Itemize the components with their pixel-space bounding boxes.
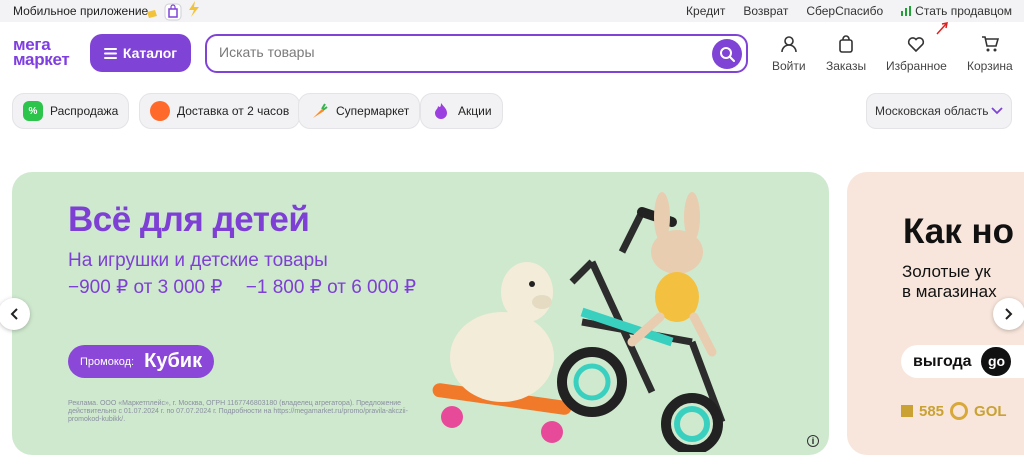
search-icon [720, 47, 735, 62]
login-nav[interactable]: Войти [772, 35, 806, 73]
region-selector[interactable]: Московская область [866, 93, 1012, 129]
banner-price-1: −900 ₽ от 3 000 ₽ [68, 277, 223, 298]
bar-chart-icon [901, 6, 912, 16]
chevron-left-icon [10, 308, 18, 320]
chip-sale-label: Распродажа [50, 104, 119, 118]
red-arrow-annotation [936, 22, 948, 35]
percent-icon: % [23, 101, 43, 121]
side-banner-text: Золотые ук в магазинах [902, 262, 997, 302]
logo-line2: маркет [13, 50, 70, 69]
promo-code-label: Промокод: [80, 355, 135, 368]
chip-sale[interactable]: % Распродажа [12, 93, 130, 129]
top-bar: Мобильное приложение Кредит Возврат Сбер… [0, 0, 1024, 22]
chip-delivery[interactable]: Доставка от 2 часов [139, 93, 301, 129]
brand-square-icon [901, 405, 913, 417]
chip-promos[interactable]: Акции [420, 93, 503, 129]
brand-name: GOL [974, 402, 1007, 420]
login-label: Войти [772, 59, 806, 73]
side-banner-title: Как но [903, 212, 1015, 251]
side-banner-pill-label: выгода [913, 352, 972, 370]
banner-legal-text: Реклама. ООО «Маркетплейс», г. Москва, О… [68, 400, 408, 423]
heart-icon [908, 37, 925, 53]
side-banner-pill: выгода go [901, 345, 1024, 378]
side-banner-pill-tail: go [988, 353, 1006, 369]
side-banner-pill-dark: go [981, 347, 1011, 376]
banner-title: Всё для детей [68, 200, 310, 239]
delivery-icon [150, 101, 170, 121]
ad-info-icon[interactable]: i [807, 435, 819, 447]
orders-label: Заказы [826, 59, 867, 73]
chip-supermarket[interactable]: Супермаркет [298, 93, 421, 129]
catalog-label: Каталог [122, 45, 178, 61]
search-box [205, 34, 748, 73]
catalog-button[interactable]: Каталог [90, 34, 191, 72]
chevron-down-icon [991, 107, 1003, 115]
credit-link[interactable]: Кредит [686, 4, 725, 18]
chip-promos-label: Акции [458, 104, 492, 118]
chip-delivery-label: Доставка от 2 часов [177, 104, 290, 118]
chevron-right-icon [1005, 308, 1013, 320]
banner-price-2: −1 800 ₽ от 6 000 ₽ [245, 277, 417, 298]
search-input[interactable] [219, 44, 699, 60]
carousel-next-button[interactable] [993, 298, 1024, 330]
brand-ring-icon [950, 402, 969, 420]
orders-nav[interactable]: Заказы [826, 35, 866, 73]
become-seller-link[interactable]: Стать продавцом [901, 4, 1012, 18]
cart-label: Корзина [967, 59, 1013, 73]
return-link[interactable]: Возврат [743, 4, 788, 18]
region-label: Московская область [875, 104, 989, 118]
brand-number: 585 [919, 402, 945, 420]
side-banner-text-line2: в магазинах [902, 282, 997, 301]
favorites-label: Избранное [886, 59, 947, 73]
side-banner-text-line1: Золотые ук [902, 262, 991, 281]
promo-code-badge: Промокод: Кубик [68, 345, 215, 378]
bag-icon [839, 35, 853, 53]
megamarket-logo[interactable]: мега маркет [13, 36, 70, 69]
kids-toys-illustration [432, 192, 726, 452]
gold-brand-logo: 585 GOL [901, 402, 1007, 420]
user-icon [780, 36, 797, 53]
become-seller-label: Стать продавцом [915, 4, 1012, 18]
mobile-app-link[interactable]: Мобильное приложение [13, 4, 148, 18]
cart-nav[interactable]: Корзина [967, 35, 1013, 73]
promo-banner-kids[interactable]: Всё для детей На игрушки и детские товар… [12, 172, 829, 455]
banner-subtitle: На игрушки и детские товары [68, 250, 328, 271]
menu-icon [103, 47, 117, 59]
sberspasibo-link[interactable]: СберСпасибо [806, 4, 883, 18]
carrot-icon [313, 103, 328, 118]
favorites-nav[interactable]: Избранное [886, 35, 947, 73]
app-promo-icon[interactable] [145, 0, 205, 22]
flame-icon [435, 103, 447, 119]
search-button[interactable] [712, 39, 742, 69]
banner-prices: −900 ₽ от 3 000 ₽ −1 800 ₽ от 6 000 ₽ [68, 276, 434, 299]
chip-supermarket-label: Супермаркет [336, 104, 410, 118]
cart-icon [981, 36, 999, 52]
promo-code-value: Кубик [144, 350, 203, 372]
